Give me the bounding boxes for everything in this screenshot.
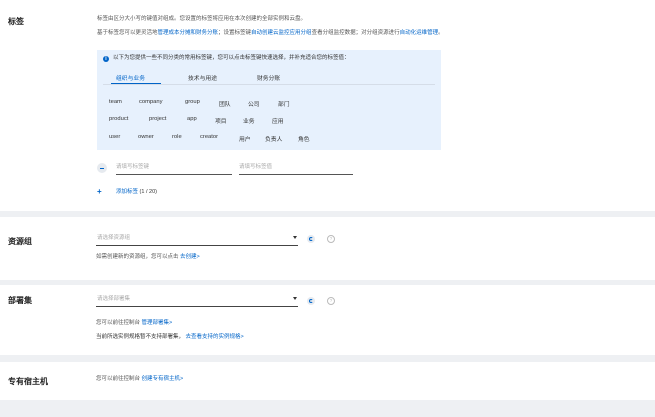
dedicated-host-title: 专有宿主机 xyxy=(8,377,48,386)
manage-deployment-set-link[interactable]: 管理部署集> xyxy=(142,320,173,326)
tag-key-option[interactable]: project xyxy=(149,116,166,122)
dedicated-host-line: 您可以前往控制台 创建专有宿主机> xyxy=(96,376,184,382)
tag-key-option[interactable]: product xyxy=(109,116,128,122)
add-tag-row[interactable]: 添加标签 (1 / 20) xyxy=(116,189,157,196)
tag-key-input[interactable]: 请填写标签键 xyxy=(116,163,232,175)
tags-title: 标签 xyxy=(8,17,24,26)
tab-tech-usage[interactable]: 技术与用途 xyxy=(188,73,217,82)
deployment-set-line-1: 您可以前往控制台 管理部署集> xyxy=(96,320,173,326)
deployment-set-section: 部署集 请选择部署集 ? 您可以前往控制台 管理部署集> 当前所选实例规格暂不支… xyxy=(0,285,655,355)
tag-key-option[interactable]: user xyxy=(109,134,120,140)
tag-value-input[interactable]: 请填写标签值 xyxy=(239,163,353,175)
tag-suggestion-tip: 以下为您提供一些不同分类的常用标签键，您可以点击标签键快速选择，并补充适合您的标… xyxy=(113,55,350,61)
tag-key-option[interactable]: 公司 xyxy=(248,99,260,108)
cloud-monitor-group-link[interactable]: 自动创建云监控应用分组 xyxy=(251,30,312,36)
info-icon: i xyxy=(103,56,109,62)
tag-key-option[interactable]: 团队 xyxy=(219,99,231,108)
tab-finance[interactable]: 财务分账 xyxy=(257,73,280,82)
deployment-set-select[interactable]: 请选择部署集 xyxy=(96,294,298,307)
refresh-icon[interactable] xyxy=(307,297,315,305)
help-icon[interactable]: ? xyxy=(327,297,335,305)
resource-group-title: 资源组 xyxy=(8,237,32,246)
tag-key-option[interactable]: 业务 xyxy=(243,116,255,125)
tag-suggestion-panel: i 以下为您提供一些不同分类的常用标签键，您可以点击标签键快速选择，并补充适合您… xyxy=(97,50,441,150)
create-dedicated-host-link[interactable]: 创建专有宿主机> xyxy=(142,376,184,382)
tag-key-option[interactable]: 角色 xyxy=(298,134,310,143)
tag-key-option[interactable]: 应用 xyxy=(272,116,284,125)
resource-group-help: 如需创建新的资源组，您可以点击 去创建> xyxy=(96,254,200,260)
view-supported-specs-link[interactable]: 去查看支持的实例规格> xyxy=(186,334,244,340)
tag-key-option[interactable]: 部门 xyxy=(278,99,290,108)
tag-key-option[interactable]: 负责人 xyxy=(265,134,282,143)
add-tag-link[interactable]: 添加标签 xyxy=(116,189,138,195)
tag-key-option[interactable]: team xyxy=(109,99,122,105)
tag-key-option[interactable]: 用户 xyxy=(239,134,251,143)
caret-down-icon xyxy=(293,297,297,300)
tag-key-option[interactable]: creator xyxy=(200,134,218,140)
tag-key-option[interactable]: app xyxy=(187,116,197,122)
tag-key-option[interactable]: owner xyxy=(138,134,154,140)
tag-key-option[interactable]: 项目 xyxy=(215,116,227,125)
tag-key-option[interactable]: group xyxy=(185,99,200,105)
tags-desc-1: 标签由区分大小写的键值对组成。您设置的标签将应用在本次创建的全部实例和云盘。 xyxy=(97,16,307,22)
tag-key-option[interactable]: role xyxy=(172,134,182,140)
tag-key-option[interactable]: company xyxy=(139,99,163,105)
dedicated-host-section: 专有宿主机 您可以前往控制台 创建专有宿主机> xyxy=(0,362,655,400)
help-icon[interactable]: ? xyxy=(327,235,335,243)
refresh-icon[interactable] xyxy=(307,235,315,243)
resource-group-select[interactable]: 请选择资源组 xyxy=(96,233,298,246)
resource-group-section: 资源组 请选择资源组 ? 如需创建新的资源组，您可以点击 去创建> xyxy=(0,217,655,280)
plus-icon[interactable]: + xyxy=(97,188,105,196)
remove-tag-button[interactable] xyxy=(97,163,107,173)
cost-allocation-link[interactable]: 管理成本分摊和财务分账 xyxy=(158,30,219,36)
tab-org-business[interactable]: 组织与业务 xyxy=(116,73,145,82)
tags-section: 标签 标签由区分大小写的键值对组成。您设置的标签将应用在本次创建的全部实例和云盘… xyxy=(0,0,655,211)
tab-divider xyxy=(103,84,435,85)
deployment-set-title: 部署集 xyxy=(8,296,32,305)
caret-down-icon xyxy=(293,236,297,239)
create-resource-group-link[interactable]: 去创建> xyxy=(180,254,200,260)
automation-ops-link[interactable]: 自动化运维管理 xyxy=(400,30,439,36)
tag-count: (1 / 20) xyxy=(139,189,157,195)
deployment-set-line-2: 当前所选实例规格暂不支持部署集， 去查看支持的实例规格> xyxy=(96,334,244,340)
tags-desc-2: 基于标签您可以更灵活地管理成本分摊和财务分账；设置标签键自动创建云监控应用分组查… xyxy=(97,30,444,36)
